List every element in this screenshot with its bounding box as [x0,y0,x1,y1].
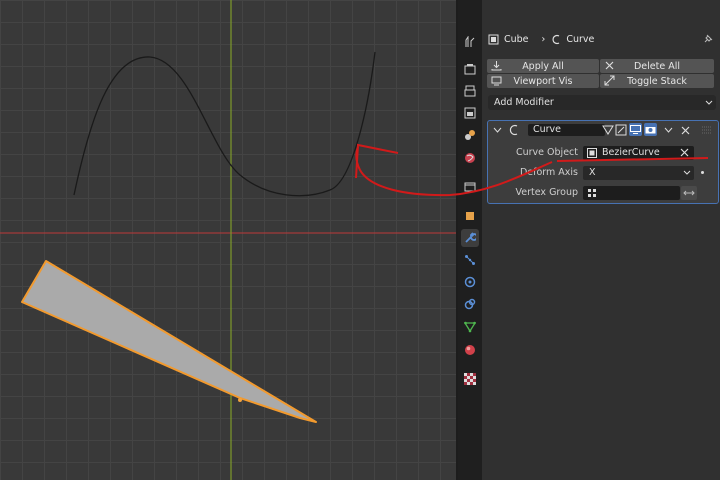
breadcrumb-separator-icon: › [541,33,546,45]
curve-object-field[interactable]: BezierCurve [583,146,694,160]
tab-data[interactable] [461,318,479,336]
invert-toggle[interactable] [681,186,697,200]
properties-tabs [458,0,482,480]
tab-output[interactable] [461,82,479,100]
breadcrumb-object: Cube [504,33,529,45]
tab-view-layer[interactable] [461,104,479,122]
tab-object[interactable] [461,207,479,225]
tab-modifiers[interactable] [461,229,479,247]
tab-constraints[interactable] [461,295,479,313]
properties-panel: Cube › Curve Apply All Delete All Viewpo… [482,0,720,480]
collapse-chevron-icon[interactable] [493,127,502,134]
vertex-group-field[interactable] [583,186,680,200]
scene-icon [465,130,475,140]
tab-tool[interactable] [461,33,479,51]
monitor-icon [630,125,641,134]
3d-viewport[interactable] [0,0,456,480]
curve-object-value: BezierCurve [602,147,660,158]
on-cage-icon[interactable] [615,124,627,136]
viewport-vis-label: Viewport Vis [513,75,573,87]
drag-handle-icon[interactable] [702,126,712,134]
object-data-icon [587,148,597,158]
render-icon [464,64,476,75]
tab-material[interactable] [461,341,479,359]
show-render-toggle[interactable] [644,123,657,136]
tool-icon [465,36,475,47]
tab-collection[interactable] [461,178,479,196]
toggle-stack-button[interactable]: Toggle Stack [600,74,714,88]
show-viewport-toggle[interactable] [629,123,642,136]
keyframe-dot-icon[interactable] [701,171,704,174]
modifier-name-field[interactable]: Curve [528,124,605,136]
breadcrumb: Cube › Curve [488,31,594,47]
edit-mode-icon[interactable] [602,124,614,136]
tab-scene[interactable] [461,126,479,144]
object-icon [466,212,474,220]
constraints-icon [464,298,476,310]
camera-icon [645,127,656,134]
curve-modifier-panel: Curve Curve Object BezierCurve Deform Ax… [487,120,719,204]
tab-particles[interactable] [461,251,479,269]
texture-icon [464,373,476,385]
delete-all-button[interactable]: Delete All [600,59,714,73]
deform-axis-dropdown[interactable]: X [583,166,694,180]
chevron-down-icon[interactable] [664,127,673,134]
curve-modifier-icon [552,34,560,44]
collection-icon [464,182,476,192]
material-icon [465,345,475,355]
deform-axis-row: Deform Axis X [488,166,718,180]
modifier-wrench-icon [465,232,476,243]
viewport-canvas[interactable] [0,0,456,480]
toggle-stack-label: Toggle Stack [627,75,687,87]
deform-axis-value: X [589,167,596,178]
delete-all-label: Delete All [633,60,680,72]
object-data-icon [488,34,499,44]
curve-modifier-icon [509,124,518,136]
output-icon [464,85,476,97]
vertex-group-label: Vertex Group [515,187,578,198]
physics-icon [464,276,476,288]
breadcrumb-modifier: Curve [566,33,595,45]
add-modifier-dropdown[interactable]: Add Modifier [488,95,716,110]
chevron-down-icon [705,100,713,105]
particles-icon [465,255,475,265]
view-layer-icon [464,107,476,119]
chevron-down-icon [683,170,691,175]
close-icon[interactable] [681,126,690,135]
double-arrow-icon [683,190,695,196]
vertex-group-row: Vertex Group [488,186,718,200]
tab-texture[interactable] [461,370,479,388]
object-origin [238,398,242,402]
tab-physics[interactable] [461,273,479,291]
clear-x-icon[interactable] [680,148,689,157]
add-modifier-label: Add Modifier [494,97,554,108]
vertex-group-icon [588,189,596,197]
viewport-vis-button[interactable]: Viewport Vis [487,74,599,88]
tab-render[interactable] [461,60,479,78]
apply-all-button[interactable]: Apply All [487,59,599,73]
apply-all-label: Apply All [522,60,564,72]
tab-world[interactable] [461,149,479,167]
bezier-curve[interactable] [73,51,376,197]
pin-icon[interactable] [702,33,714,45]
deformed-cube-mesh[interactable] [21,260,317,423]
data-icon [464,321,476,333]
curve-object-label: Curve Object [516,147,578,158]
curve-object-row: Curve Object BezierCurve [488,146,718,160]
deform-axis-label: Deform Axis [519,167,578,178]
world-icon [465,153,475,163]
